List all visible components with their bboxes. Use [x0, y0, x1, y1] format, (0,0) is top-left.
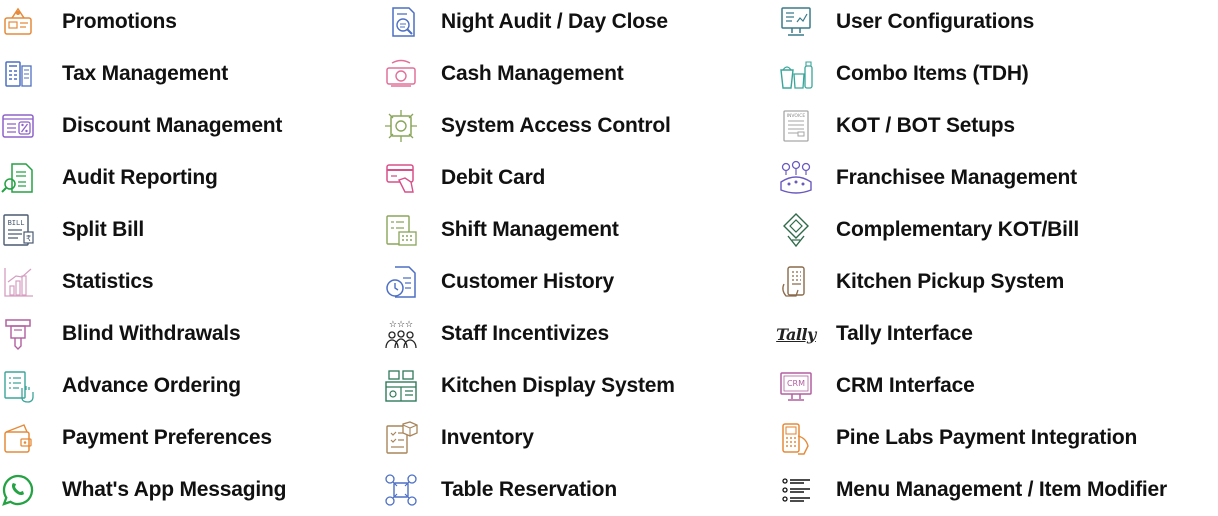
- feature-label: Pine Labs Payment Integration: [836, 426, 1138, 449]
- withdrawal-atm-icon: [0, 316, 36, 352]
- night-audit-icon: [383, 4, 419, 40]
- feature-kitchen-display-system[interactable]: Kitchen Display System: [383, 360, 778, 412]
- feature-column-3: User Configurations Combo Items (TDH) IN…: [776, 0, 1218, 516]
- feature-label: Night Audit / Day Close: [441, 10, 668, 33]
- feature-pine-labs-payment[interactable]: Pine Labs Payment Integration: [778, 412, 1218, 464]
- feature-label: Franchisee Management: [836, 166, 1077, 189]
- feature-column-1: Promotions Tax Management Discount Manag…: [0, 0, 380, 516]
- feature-table-reservation[interactable]: Table Reservation: [383, 464, 778, 516]
- feature-label: Tax Management: [62, 62, 229, 85]
- feature-combo-items[interactable]: Combo Items (TDH): [778, 48, 1218, 100]
- svg-text:₹: ₹: [26, 234, 31, 243]
- user-config-monitor-icon: [778, 4, 814, 40]
- feature-label: What's App Messaging: [62, 478, 287, 501]
- complementary-icon: [778, 212, 814, 248]
- feature-label: Cash Management: [441, 62, 624, 85]
- feature-cash-management[interactable]: Cash Management: [383, 48, 778, 100]
- feature-label: Combo Items (TDH): [836, 62, 1029, 85]
- feature-label: CRM Interface: [836, 374, 975, 397]
- feature-crm-interface[interactable]: CRM CRM Interface: [778, 360, 1218, 412]
- feature-label: Table Reservation: [441, 478, 617, 501]
- feature-label: Complementary KOT/Bill: [836, 218, 1079, 241]
- discount-screen-icon: [0, 108, 36, 144]
- franchisee-icon: [778, 160, 814, 196]
- invoice-icon: INVOICE: [778, 108, 814, 144]
- feature-kot-bot-setups[interactable]: INVOICE KOT / BOT Setups: [778, 100, 1218, 152]
- feature-advance-ordering[interactable]: Advance Ordering: [0, 360, 380, 412]
- feature-label: Kitchen Pickup System: [836, 270, 1065, 293]
- feature-label: Tally Interface: [836, 322, 973, 345]
- crm-logo-text: CRM: [786, 378, 806, 388]
- feature-system-access-control[interactable]: System Access Control: [383, 100, 778, 152]
- feature-user-configurations[interactable]: User Configurations: [778, 0, 1218, 48]
- feature-debit-card[interactable]: Debit Card: [383, 152, 778, 204]
- feature-staff-incentivizes[interactable]: ☆☆☆ Staff Incentivizes: [383, 308, 778, 360]
- feature-statistics[interactable]: Statistics: [0, 256, 380, 308]
- feature-label: Statistics: [62, 270, 154, 293]
- crm-monitor-icon: CRM: [778, 368, 814, 404]
- feature-customer-history[interactable]: Customer History: [383, 256, 778, 308]
- feature-kitchen-pickup-system[interactable]: Kitchen Pickup System: [778, 256, 1218, 308]
- feature-label: Blind Withdrawals: [62, 322, 241, 345]
- feature-label: Menu Management / Item Modifier: [836, 478, 1167, 501]
- feature-night-audit[interactable]: Night Audit / Day Close: [383, 0, 778, 48]
- feature-label: Debit Card: [441, 166, 546, 189]
- feature-label: Shift Management: [441, 218, 619, 241]
- feature-label: Promotions: [62, 10, 177, 33]
- combo-items-icon: [778, 56, 814, 92]
- menu-list-icon: [778, 472, 814, 508]
- access-control-icon: [383, 108, 419, 144]
- staff-stars-icon: ☆☆☆: [383, 316, 419, 352]
- customer-history-icon: [383, 264, 419, 300]
- feature-label: Kitchen Display System: [441, 374, 675, 397]
- feature-promotions[interactable]: Promotions: [0, 0, 380, 48]
- feature-label: Payment Preferences: [62, 426, 272, 449]
- cash-icon: [383, 56, 419, 92]
- table-reservation-icon: [383, 472, 419, 508]
- whatsapp-icon: [0, 472, 36, 508]
- feature-column-2: Night Audit / Day Close Cash Management …: [383, 0, 778, 516]
- feature-inventory[interactable]: Inventory: [383, 412, 778, 464]
- feature-label: Customer History: [441, 270, 615, 293]
- feature-whatsapp-messaging[interactable]: What's App Messaging: [0, 464, 380, 516]
- svg-text:☆☆☆: ☆☆☆: [389, 320, 413, 330]
- pine-labs-pos-icon: [778, 420, 814, 456]
- debit-card-icon: [383, 160, 419, 196]
- bill-icon: BILL ₹: [0, 212, 36, 248]
- statistics-chart-icon: [0, 264, 36, 300]
- feature-complementary-kot-bill[interactable]: Complementary KOT/Bill: [778, 204, 1218, 256]
- feature-label: Split Bill: [62, 218, 145, 241]
- tax-calculator-icon: [0, 56, 36, 92]
- feature-label: Audit Reporting: [62, 166, 218, 189]
- feature-audit-reporting[interactable]: Audit Reporting: [0, 152, 380, 204]
- feature-payment-preferences[interactable]: Payment Preferences: [0, 412, 380, 464]
- feature-franchisee-management[interactable]: Franchisee Management: [778, 152, 1218, 204]
- feature-label: User Configurations: [836, 10, 1035, 33]
- feature-discount-management[interactable]: Discount Management: [0, 100, 380, 152]
- feature-blind-withdrawals[interactable]: Blind Withdrawals: [0, 308, 380, 360]
- feature-tax-management[interactable]: Tax Management: [0, 48, 380, 100]
- feature-label: Discount Management: [62, 114, 283, 137]
- kitchen-pickup-phone-icon: [778, 264, 814, 300]
- audit-report-icon: [0, 160, 36, 196]
- feature-menu-management[interactable]: Menu Management / Item Modifier: [778, 464, 1218, 516]
- feature-label: System Access Control: [441, 114, 671, 137]
- feature-tally-interface[interactable]: Tally Tally Interface: [776, 308, 1218, 360]
- svg-text:INVOICE: INVOICE: [787, 113, 806, 119]
- feature-label: Staff Incentivizes: [441, 322, 609, 345]
- tally-logo-icon: Tally: [776, 316, 816, 352]
- svg-text:BILL: BILL: [8, 219, 25, 227]
- advance-order-icon: [0, 368, 36, 404]
- feature-shift-management[interactable]: Shift Management: [383, 204, 778, 256]
- tally-logo-text: Tally: [776, 324, 816, 344]
- shift-calendar-icon: [383, 212, 419, 248]
- feature-label: Inventory: [441, 426, 534, 449]
- wallet-icon: [0, 420, 36, 456]
- promotions-icon: [0, 4, 36, 40]
- feature-label: Advance Ordering: [62, 374, 241, 397]
- feature-label: KOT / BOT Setups: [836, 114, 1015, 137]
- feature-split-bill[interactable]: BILL ₹ Split Bill: [0, 204, 380, 256]
- kitchen-display-icon: [383, 368, 419, 404]
- inventory-icon: [383, 420, 419, 456]
